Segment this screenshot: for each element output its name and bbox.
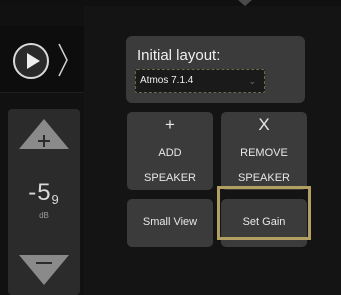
layout-dropdown[interactable]: Atmos 7.1.4 ⌄	[135, 69, 265, 93]
add-speaker-label-line1: ADD	[158, 147, 182, 159]
remove-speaker-label-line2: SPEAKER	[238, 172, 290, 184]
plus-icon: +	[165, 115, 175, 134]
volume-up-button[interactable]	[16, 117, 72, 151]
sidebar: -59 dB	[0, 6, 84, 295]
app-window: -59 dB Initial layout: Atmos 7.1.4 ⌄ + A…	[0, 0, 341, 295]
play-button[interactable]	[13, 43, 49, 79]
small-view-label: Small View	[142, 216, 198, 228]
add-speaker-button[interactable]: + ADD SPEAKER	[127, 112, 213, 190]
remove-speaker-label-line1: REMOVE	[240, 147, 288, 159]
play-icon	[27, 53, 40, 69]
remove-speaker-button[interactable]: X REMOVE SPEAKER	[221, 112, 307, 190]
initial-layout-card: Initial layout: Atmos 7.1.4 ⌄	[126, 36, 305, 103]
volume-value-int: -5	[28, 179, 52, 206]
volume-control: -59 dB	[8, 109, 80, 295]
chevron-down-icon: ⌄	[248, 76, 256, 86]
transport-area	[0, 26, 84, 93]
volume-unit: dB	[39, 211, 49, 220]
layout-dropdown-value: Atmos 7.1.4	[140, 75, 194, 86]
chevron-right-icon[interactable]	[57, 42, 69, 78]
set-gain-highlight	[217, 186, 311, 240]
layout-title: Initial layout:	[137, 47, 221, 64]
small-view-button[interactable]: Small View	[127, 199, 213, 247]
speaker-panel: Initial layout: Atmos 7.1.4 ⌄ + ADD SPEA…	[84, 6, 341, 295]
volume-value-dec: 9	[51, 192, 60, 207]
close-icon: X	[258, 115, 270, 134]
volume-down-button[interactable]	[16, 253, 72, 287]
volume-value: -59	[8, 179, 80, 207]
add-speaker-label-line2: SPEAKER	[144, 172, 196, 184]
